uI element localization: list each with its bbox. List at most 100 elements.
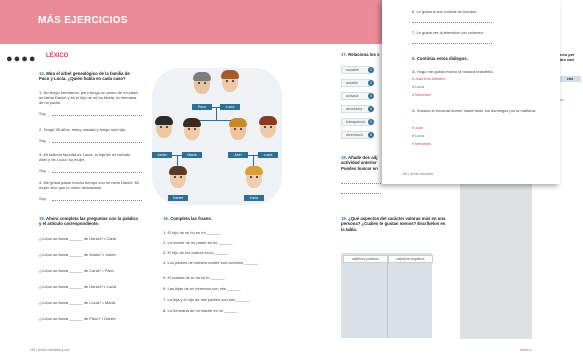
name-tag-javier: Javier: [152, 152, 172, 158]
dialog-line: ● Lucía: [412, 85, 424, 89]
e16-item: 2. La madre de mi padre es mi ______.: [163, 240, 233, 245]
option-number: 5: [368, 119, 374, 125]
answer-line[interactable]: [341, 183, 381, 184]
dialog-text: Mercedes: [415, 93, 431, 97]
exercise-number: 16.: [163, 216, 169, 221]
exercise-15-prompt: 15. Ahora completa las preguntas con la …: [39, 216, 139, 227]
exercise-text: ¿Qué aspectos del carácter valoras más e…: [341, 216, 446, 232]
answer-line[interactable]: [341, 193, 381, 194]
e16-item: 4. Los padres de vuestra madre son vuest…: [163, 260, 259, 265]
dialog-line: ● Mercedes: [412, 142, 431, 146]
exercise-18-prompt: 18. Añade dos adj actividad anterior Pue…: [341, 155, 383, 171]
table-header-positive: adjetivos positivos: [343, 255, 388, 263]
dialog-text: Lucía: [415, 134, 424, 138]
exercise-text: Continúa estos diálogos.: [416, 56, 468, 61]
option-box: activa/a: [341, 92, 371, 100]
exercise-number: 19.: [341, 216, 347, 221]
answer-line[interactable]: [412, 43, 492, 44]
answer-line[interactable]: [52, 200, 142, 201]
option-number: 6: [368, 132, 374, 138]
answer-prefix: Soy: [39, 111, 46, 116]
e16-item: 1. El hijo de mi tío es mi ______.: [163, 230, 222, 235]
dialog-line: A. Hugo me gusta mucho la música brasile…: [412, 69, 494, 74]
exercise-16-prompt: 16. Completa las frases.: [163, 216, 273, 221]
e16-item: 3. El hijo de tus padres es tu ______.: [163, 250, 230, 255]
dialog-line: A. Susana le encanta dormir hasta tarde …: [412, 108, 537, 113]
exercise-text: Añade dos adj actividad anterior Puedes …: [341, 155, 378, 171]
exercise-number: 8.: [412, 56, 416, 61]
footer-left: 152 | ciento cincuenta y dos: [30, 348, 70, 352]
dialog-line: ● Lucía: [412, 134, 424, 138]
name-tag-carla: Carla: [244, 195, 264, 201]
page-title: MÁS EJERCICIOS: [38, 15, 128, 26]
option-number: 3: [368, 93, 374, 99]
option-box: trabajador/a: [341, 118, 371, 126]
e15-item: ¿Cómo se llama ______ de Lucía? • Marta: [39, 300, 116, 305]
option-box: aburrido/a: [341, 105, 371, 113]
exercise-19-prompt: 19. ¿Qué aspectos del carácter valoras m…: [341, 216, 446, 232]
tree-connector: [216, 108, 217, 120]
answer-line[interactable]: [52, 115, 142, 116]
dots-decoration: ●●●●: [6, 53, 37, 65]
e15-item: ¿Cómo se llama ______ de Daniel? • Lucía: [39, 284, 117, 289]
name-tag-marta: Marta: [182, 152, 202, 158]
option-number: 2: [368, 80, 374, 86]
table-divider: [387, 262, 388, 338]
e15-item: ¿Cómo se llama ______ de Carla? • Paco: [39, 268, 114, 273]
e16-item: 6. Las hijas de mi hermano son mis _____…: [163, 286, 242, 291]
exercise-text: Ahora completa las preguntas con la pala…: [39, 216, 138, 227]
section-title: LÉXICO: [46, 53, 69, 59]
dialog-line: ● Juan A mí también.: [412, 77, 446, 81]
exercise-text: Relaciona los s: [348, 52, 380, 57]
exercise-number: 18.: [341, 155, 347, 160]
family-tree: Paco Lucía Javier Marta Abel Lucía Danie…: [152, 68, 282, 205]
answer-prefix: Soy: [39, 168, 46, 173]
e15-item: ¿Cómo se llama ______ de Daniel? • Carla: [39, 236, 116, 241]
name-tag-lucia: Lucía: [220, 104, 240, 110]
name-tag-paco: Paco: [192, 104, 212, 110]
e14-item-3: 3. Mi sobrina favorita es Lucía, la hija…: [39, 152, 131, 162]
face-lucia-grandmother: [221, 70, 239, 92]
exercise-number: 17.: [341, 52, 347, 57]
face-lucia-mother: [259, 116, 277, 138]
answer-line[interactable]: [412, 22, 492, 23]
name-tag-daniel: Daniel: [168, 195, 188, 201]
e16-item: 7. La hija y el hijo de mis padres son m…: [163, 297, 251, 302]
exercise-17-prompt: 17. Relaciona los s: [341, 52, 386, 57]
dialog-line: ● Mercedes: [412, 93, 431, 97]
e15-item: ¿Cómo se llama ______ de Marta? • Javier: [39, 252, 116, 257]
e16-item: 8. La hermana de mi madre es mi ______.: [163, 308, 239, 313]
exercise-number: 15.: [39, 216, 45, 221]
table-header-negative: adjetivos negativos: [388, 255, 433, 263]
answer-prefix: Soy: [39, 196, 46, 201]
e14-item-2: 2. Tengo 38 años, estoy casada y tengo u…: [39, 127, 126, 132]
name-tag-lucia-2: Lucía: [258, 152, 278, 158]
e14-item-1: 1. No tengo hermanos, pero tengo un prim…: [39, 90, 139, 105]
gray-panel: [460, 184, 532, 339]
answer-line[interactable]: [52, 142, 142, 143]
overlay-page: 6. Le gusta a sus colonia de hombre. 7. …: [382, 0, 560, 184]
option-box: amable: [341, 79, 371, 87]
dialog-text: Mercedes: [415, 142, 431, 146]
face-javier: [155, 116, 173, 138]
option-number: 4: [368, 106, 374, 112]
option-number: 1: [368, 67, 374, 73]
option-box: sociable: [341, 66, 371, 74]
face-abel: [229, 118, 247, 140]
col-header-esta: está: [559, 76, 581, 82]
dialog-text: Juan: [415, 126, 423, 130]
dialog-text: Juan A mí también.: [415, 77, 446, 81]
face-carla: [245, 166, 263, 188]
dialog-text: Lucía: [415, 85, 424, 89]
exercise-number: 14.: [39, 71, 45, 76]
answer-line[interactable]: [52, 172, 142, 173]
answer-prefix: Soy: [39, 138, 46, 143]
dialog-line: ● Juan: [412, 126, 423, 130]
e15-item: ¿Cómo se llama ______ de Paco? • Daniel: [39, 316, 116, 321]
exercise-14-prompt: 14. Mira el árbol genealógico de la fami…: [39, 71, 139, 82]
exercise-text: Completa las frases.: [170, 216, 212, 221]
face-marta: [183, 118, 201, 140]
face-daniel: [169, 166, 187, 188]
card-line: 7. Le gusta ver la televisión sin volume…: [412, 30, 485, 35]
option-box: divertido/a: [341, 131, 371, 139]
